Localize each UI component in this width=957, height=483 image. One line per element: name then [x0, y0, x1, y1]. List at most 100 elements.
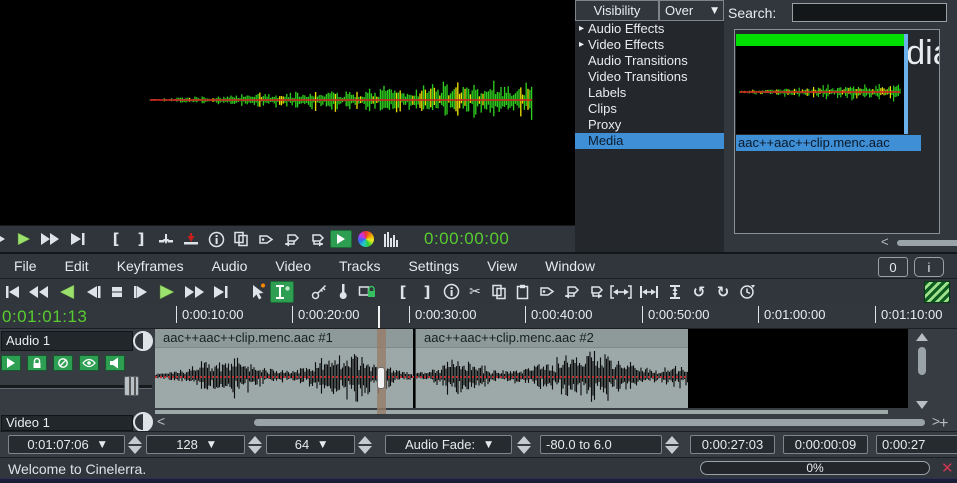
scroll-down-icon[interactable] [916, 401, 928, 409]
fader-handle[interactable] [124, 376, 139, 396]
track-expander-icon[interactable] [133, 331, 153, 351]
cancel-icon[interactable]: ✕ [941, 459, 954, 477]
copy-button[interactable] [488, 281, 510, 303]
sample-zoom-dropdown[interactable]: 128▼ [146, 435, 245, 454]
reverse-play-button[interactable] [54, 281, 80, 303]
expand-arrow-icon[interactable]: ▸ [575, 21, 588, 37]
prev-label-button[interactable] [280, 228, 302, 250]
splice-button[interactable] [155, 228, 177, 250]
out-point-button[interactable]: ] [416, 281, 438, 303]
frame-forward-button[interactable] [0, 228, 10, 250]
fit-selection-button[interactable] [608, 281, 634, 303]
range-spinner[interactable] [664, 435, 680, 454]
menu-view[interactable]: View [473, 258, 531, 274]
cut-button[interactable]: ✂ [464, 281, 486, 303]
copy-button[interactable] [230, 228, 252, 250]
duration-zoom-dropdown[interactable]: 0:01:07:06▼ [8, 435, 125, 454]
timeline-canvas[interactable]: aac++aac++clip.menc.aac #1 aac++aac++cli… [155, 329, 908, 408]
asset-name[interactable]: aac++aac++clip.menc.aac [736, 135, 921, 151]
scroll-up-icon[interactable] [916, 333, 928, 341]
folder-item-audio-transitions[interactable]: Audio Transitions [575, 53, 724, 69]
next-label-button[interactable] [305, 228, 327, 250]
keyframe-button[interactable] [308, 281, 330, 303]
selection-length-field[interactable]: 0:00:00:09 [783, 435, 868, 454]
session-number-button[interactable]: 0 [878, 257, 908, 277]
in-point-button[interactable]: [ [392, 281, 414, 303]
info-button[interactable]: i [914, 257, 944, 277]
scroll-left-icon[interactable]: < [881, 234, 889, 249]
menu-settings[interactable]: Settings [394, 258, 473, 274]
audio-clip-1[interactable]: aac++aac++clip.menc.aac #1 [155, 329, 413, 408]
track-draw-button[interactable] [79, 355, 99, 371]
folder-item-video-transitions[interactable]: Video Transitions [575, 69, 724, 85]
duration-spinner[interactable] [127, 435, 143, 454]
track-gang-button[interactable] [53, 355, 73, 371]
lock-labels-button[interactable] [356, 281, 378, 303]
asset-list[interactable]: Media aac++aac++clip.menc.aac [734, 29, 940, 234]
render-button[interactable] [736, 281, 758, 303]
stop-button[interactable] [106, 281, 128, 303]
play-clip-button[interactable] [330, 228, 352, 250]
scroll-thumb[interactable] [254, 419, 925, 426]
fast-forward-button[interactable] [182, 281, 208, 303]
sample-zoom-spinner[interactable] [247, 435, 263, 454]
amplitude-spinner[interactable] [357, 435, 373, 454]
track-mute-button[interactable] [105, 355, 125, 371]
undo-button[interactable]: ↺ [688, 281, 710, 303]
histogram-button[interactable] [380, 228, 402, 250]
menu-keyframes[interactable]: Keyframes [103, 258, 198, 274]
clip-info-button[interactable] [205, 228, 227, 250]
folder-item-proxy[interactable]: Proxy [575, 117, 724, 133]
timeline-horizontal-scrollbar[interactable]: < > [157, 415, 940, 429]
folder-item-clips[interactable]: Clips [575, 101, 724, 117]
viewer-canvas[interactable] [0, 0, 575, 225]
visibility-header[interactable]: Visibility [575, 0, 659, 21]
insertion-point-handle[interactable] [377, 367, 385, 389]
overlays-icon[interactable] [924, 281, 950, 303]
fast-reverse-button[interactable] [26, 281, 52, 303]
arrow-tool-button[interactable] [246, 281, 268, 303]
fast-forward-button[interactable] [38, 228, 64, 250]
expand-arrow-icon[interactable]: ▸ [575, 37, 588, 53]
insertion-point-marker[interactable] [377, 329, 386, 414]
redo-button[interactable]: ↻ [712, 281, 734, 303]
track-expander-icon[interactable] [133, 412, 153, 432]
menu-video[interactable]: Video [261, 258, 325, 274]
menu-tracks[interactable]: Tracks [325, 258, 394, 274]
menu-audio[interactable]: Audio [198, 258, 262, 274]
folder-item-media[interactable]: Media [575, 133, 724, 149]
track-play-button[interactable] [1, 355, 21, 371]
out-point-button[interactable]: ] [130, 228, 152, 250]
track-title-audio[interactable]: Audio 1 [1, 331, 133, 351]
scroll-left-icon[interactable]: < [157, 413, 165, 429]
track-vertical-scrollbar[interactable] [914, 331, 930, 412]
fit-height-button[interactable] [664, 281, 686, 303]
automation-type-dropdown[interactable]: Audio Fade:▼ [385, 435, 512, 454]
frame-reverse-button[interactable] [82, 281, 104, 303]
selection-end-field[interactable]: 0:00:27 [876, 435, 957, 454]
label-button[interactable] [536, 281, 558, 303]
next-label-button[interactable] [584, 281, 606, 303]
in-point-button[interactable]: [ [105, 228, 127, 250]
search-input[interactable] [792, 3, 947, 22]
folder-item-labels[interactable]: Labels [575, 85, 724, 101]
jump-end-button[interactable] [67, 228, 89, 250]
track-title-video[interactable]: Video 1 [1, 415, 133, 431]
color-wheel-icon[interactable] [355, 228, 377, 250]
paste-button[interactable] [512, 281, 534, 303]
span-keyframes-button[interactable] [332, 281, 354, 303]
menu-edit[interactable]: Edit [51, 258, 103, 274]
folder-item-audio-effects[interactable]: ▸Audio Effects [575, 21, 724, 37]
amplitude-dropdown[interactable]: 64▼ [266, 435, 355, 454]
audio-clip-2[interactable]: aac++aac++clip.menc.aac #2 [415, 329, 688, 408]
menu-window[interactable]: Window [531, 258, 609, 274]
frame-forward-button[interactable] [130, 281, 152, 303]
play-button[interactable] [154, 281, 180, 303]
menu-file[interactable]: File [0, 258, 51, 274]
folder-item-video-effects[interactable]: ▸Video Effects [575, 37, 724, 53]
scroll-thumb[interactable] [897, 240, 957, 246]
scroll-thumb[interactable] [918, 347, 926, 375]
track-arm-button[interactable] [27, 355, 47, 371]
fit-autos-button[interactable] [636, 281, 662, 303]
automation-range-field[interactable]: -80.0 to 6.0 [540, 435, 662, 454]
